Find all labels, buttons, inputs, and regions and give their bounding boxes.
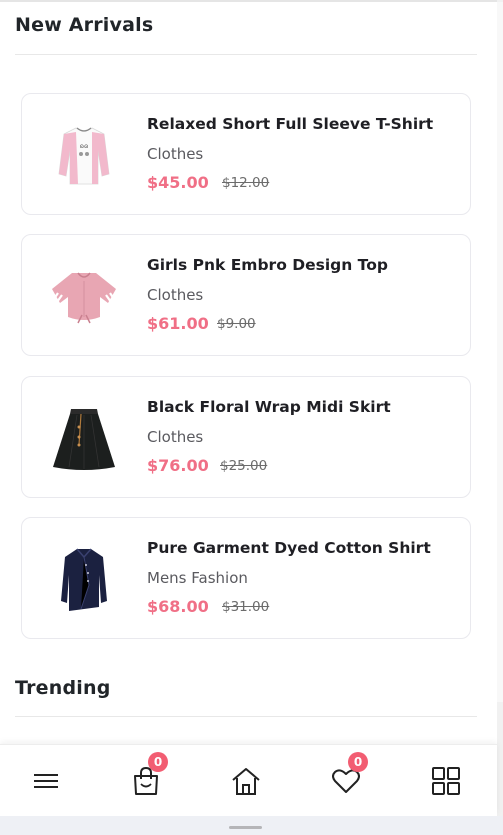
new-arrivals-divider [15,54,477,55]
cart-button[interactable]: 0 [126,752,168,801]
product-old-price: $31.00 [222,599,270,615]
product-old-price: $12.00 [222,175,270,191]
wishlist-button[interactable]: 0 [326,752,368,801]
menu-icon [34,774,58,788]
product-card[interactable]: ɷɷ Relaxed Short Full Sleeve T-Shirt Clo… [21,93,471,215]
svg-text:ɷɷ: ɷɷ [80,143,89,150]
categories-button[interactable] [426,761,466,801]
product-card[interactable]: Pure Garment Dyed Cotton Shirt Mens Fash… [21,517,471,639]
menu-button[interactable] [26,761,66,801]
home-icon [232,768,260,795]
new-arrivals-title: New Arrivals [15,14,154,36]
product-category: Clothes [147,286,204,304]
system-gesture-area [0,816,503,835]
scrollbar-thumb[interactable] [497,2,503,702]
trending-title: Trending [15,677,111,699]
cart-badge: 0 [148,752,168,772]
product-price: $68.00 [147,597,209,616]
bottom-navigation: 0 0 [0,744,497,816]
product-price: $61.00 [147,314,209,333]
scrollbar-track[interactable] [497,0,503,835]
top-divider [0,0,497,2]
navy-shirt-image[interactable] [46,542,122,618]
product-price: $45.00 [147,173,209,192]
product-category: Clothes [147,145,204,163]
product-category: Mens Fashion [147,569,248,587]
product-old-price: $9.00 [217,316,256,332]
product-name[interactable]: Black Floral Wrap Midi Skirt [147,398,391,416]
product-card[interactable]: Black Floral Wrap Midi Skirt Clothes $76… [21,376,471,498]
product-card[interactable]: Girls Pnk Embro Design Top Clothes $61.0… [21,234,471,356]
product-price: $76.00 [147,456,209,475]
black-skirt-image[interactable] [46,401,122,477]
product-name[interactable]: Pure Garment Dyed Cotton Shirt [147,539,431,557]
wishlist-badge: 0 [348,752,368,772]
trending-divider [15,716,477,717]
gesture-handle[interactable] [229,826,262,829]
product-category: Clothes [147,428,204,446]
pink-sweatshirt-image[interactable]: ɷɷ [46,118,122,194]
product-old-price: $25.00 [220,458,268,474]
grid-icon [432,767,460,795]
product-name[interactable]: Girls Pnk Embro Design Top [147,256,388,274]
pink-top-image[interactable] [46,259,122,335]
home-button[interactable] [226,761,266,801]
product-name[interactable]: Relaxed Short Full Sleeve T-Shirt [147,115,433,133]
